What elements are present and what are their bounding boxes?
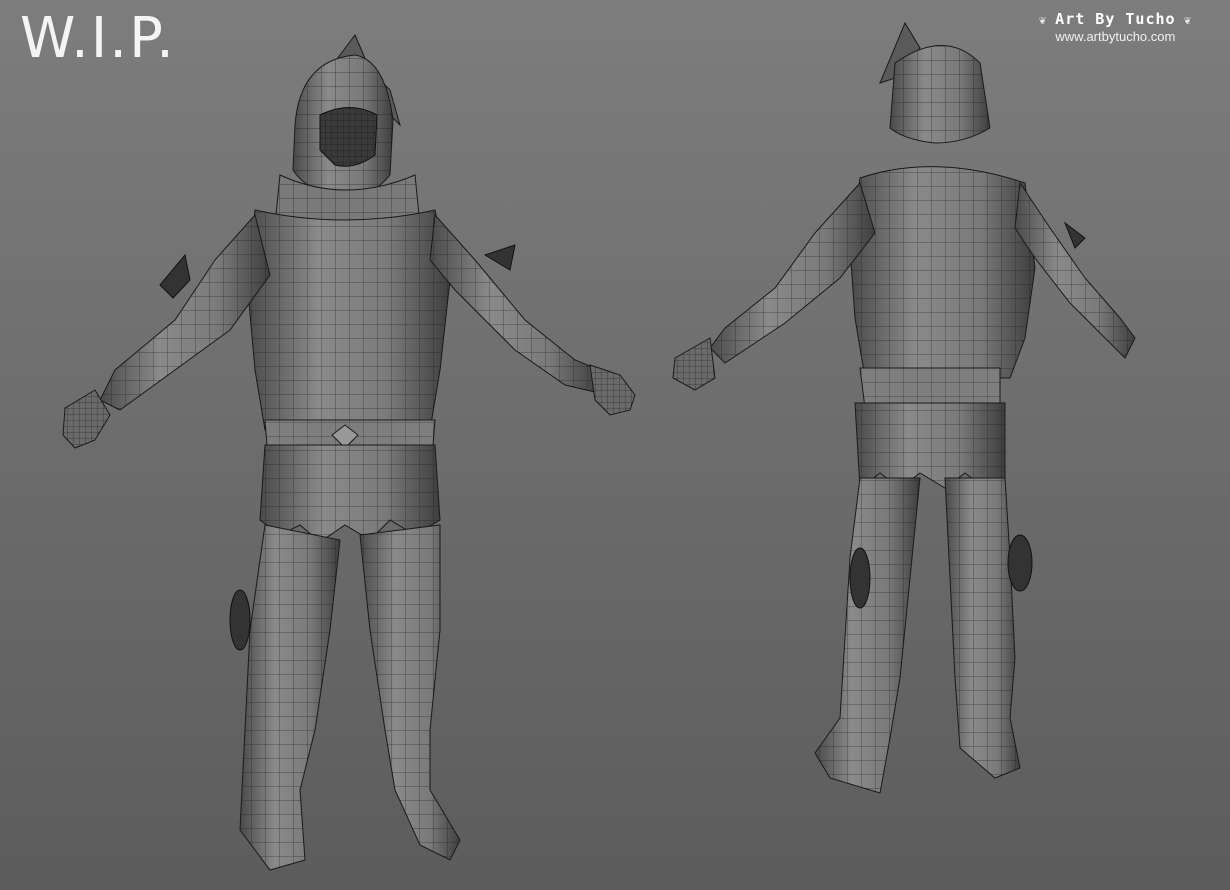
- knight-front-view: [62, 34, 636, 871]
- knight-back-view: [672, 21, 1136, 794]
- front-mesh: [62, 34, 636, 871]
- ornament-icon: ❦: [1175, 13, 1192, 27]
- back-mesh: [672, 21, 1136, 794]
